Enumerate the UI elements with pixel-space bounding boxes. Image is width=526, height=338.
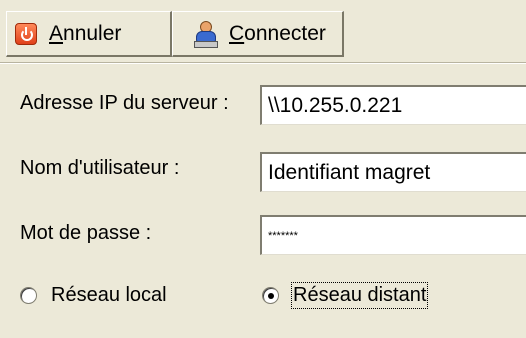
cancel-button[interactable]: Annuler — [6, 11, 172, 57]
toolbar: Annuler Connecter — [0, 0, 526, 60]
radio-remote-label: Réseau distant — [290, 282, 429, 309]
radio-remote-circle[interactable] — [262, 287, 279, 304]
cancel-button-label: Annuler — [49, 21, 122, 45]
toolbar-divider-highlight — [0, 63, 526, 64]
radio-remote-network[interactable]: Réseau distant — [262, 282, 429, 309]
user-network-icon — [193, 20, 218, 48]
server-ip-input[interactable] — [260, 85, 526, 125]
radio-local-circle[interactable] — [20, 287, 37, 304]
password-input[interactable] — [260, 215, 526, 255]
username-label: Nom d'utilisateur : — [20, 157, 180, 179]
username-input[interactable] — [260, 152, 526, 192]
radio-local-network[interactable]: Réseau local — [20, 284, 167, 307]
connect-button[interactable]: Connecter — [172, 11, 344, 57]
password-label: Mot de passe : — [20, 222, 152, 244]
power-icon — [15, 22, 37, 45]
radio-local-label: Réseau local — [51, 284, 167, 306]
connect-button-label: Connecter — [229, 21, 326, 45]
server-ip-label: Adresse IP du serveur : — [20, 92, 229, 114]
